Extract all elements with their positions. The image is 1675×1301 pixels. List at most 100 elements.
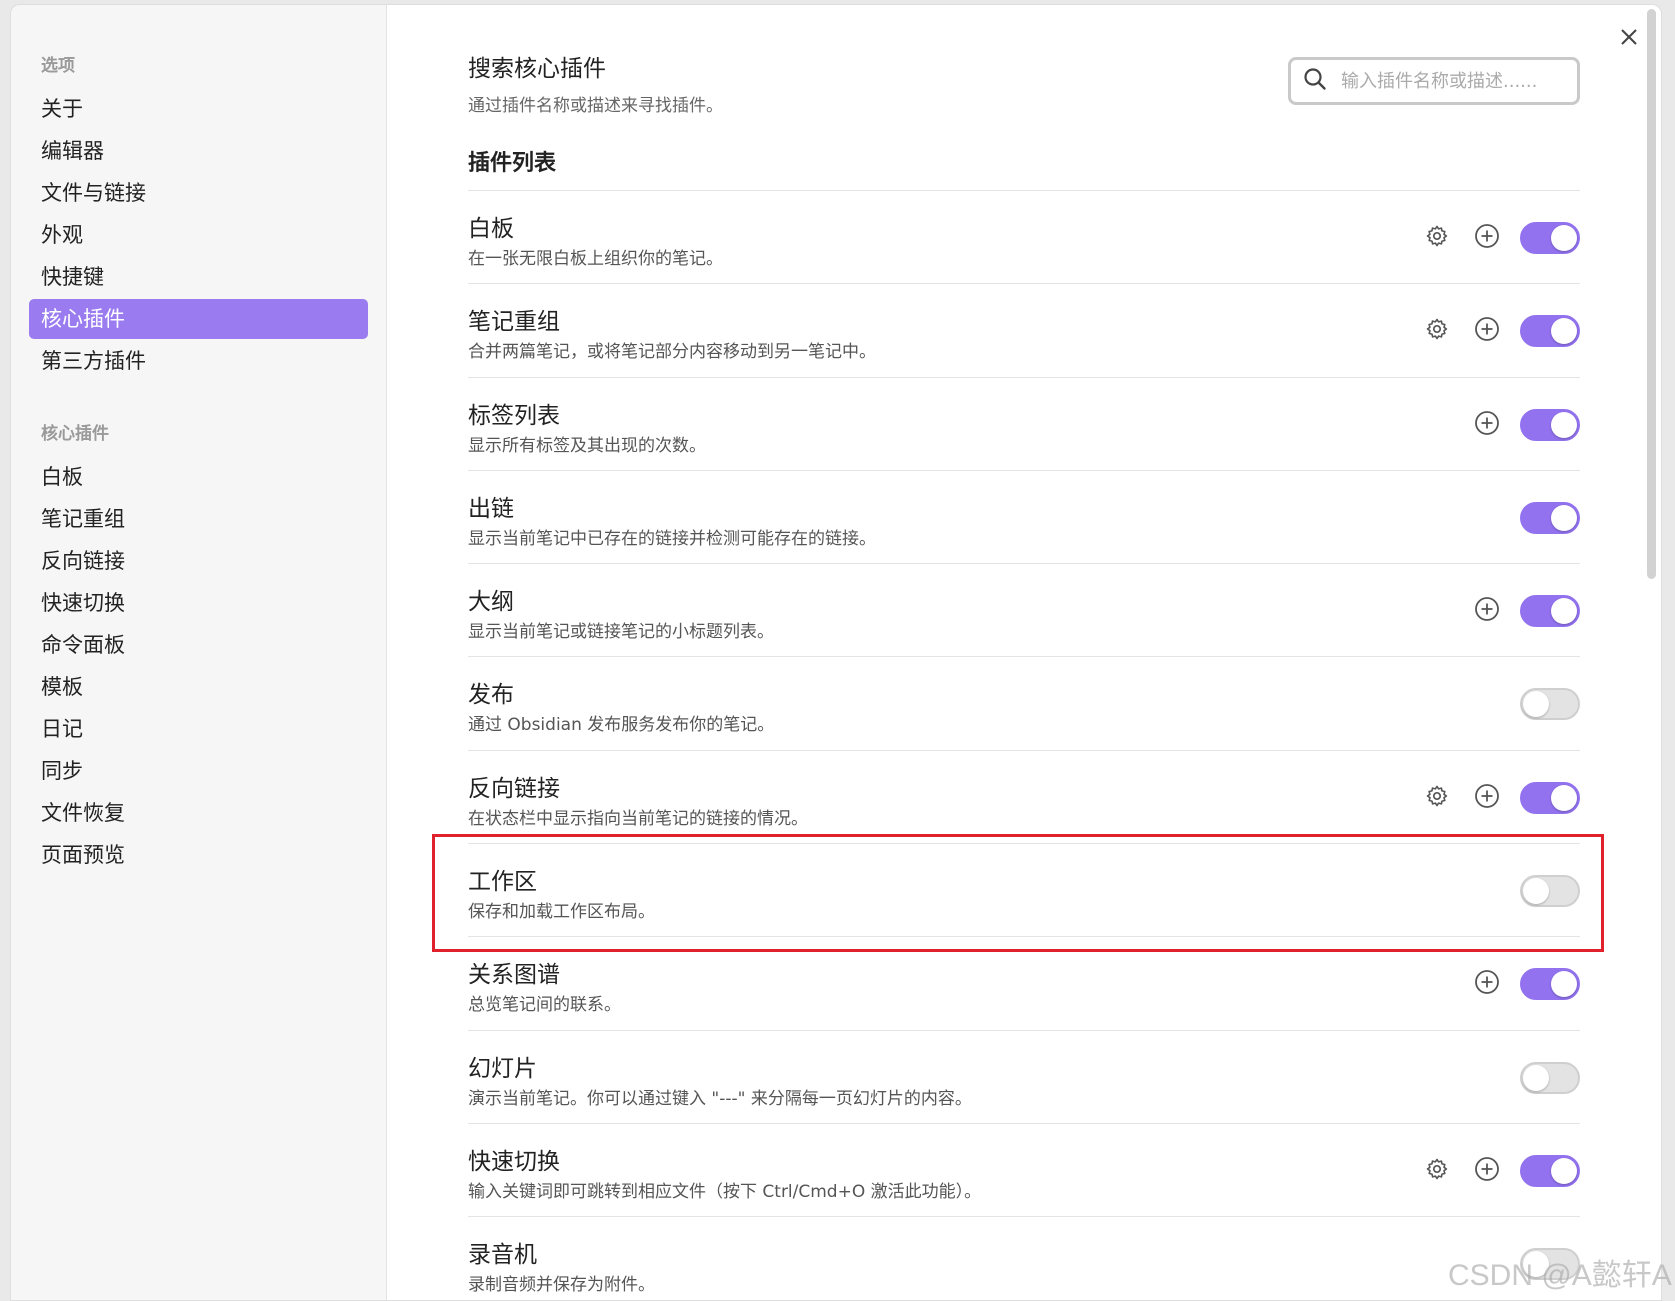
plugin-toggle[interactable] — [1520, 688, 1580, 721]
plugin-description: 通过 Obsidian 发布服务发布你的笔记。 — [468, 715, 775, 736]
plugin-description: 显示当前笔记中已存在的链接并检测可能存在的链接。 — [468, 528, 876, 549]
sidebar-core-plugin-item[interactable]: 笔记重组 — [29, 499, 368, 539]
plugin-name: 出链 — [468, 495, 514, 522]
scrollbar-thumb[interactable] — [1647, 9, 1656, 579]
plugin-controls — [1520, 501, 1580, 535]
sidebar-heading-core-plugins: 核心插件 — [41, 424, 109, 444]
settings-content: 搜索核心插件 通过插件名称或描述来寻找插件。 插件列表 白板在一张无限白板上组织… — [468, 5, 1580, 1300]
plugin-toggle[interactable] — [1520, 875, 1580, 908]
plugin-row: 大纲 显示当前笔记或链接笔记的小标题列表。 — [468, 564, 1580, 658]
plugin-settings-button[interactable] — [1420, 1154, 1454, 1188]
plugin-row: 标签列表显示所有标签及其出现的次数。 — [468, 378, 1580, 471]
plugin-list-title: 插件列表 — [468, 151, 557, 176]
plugin-name: 工作区 — [468, 869, 537, 896]
sidebar-core-plugin-item[interactable]: 反向链接 — [29, 541, 368, 581]
settings-sidebar: 选项 关于 编辑器 文件与链接 外观 快捷键 核心插件 第三方插件 核心插件 白板 笔记重组反… — [11, 5, 387, 1300]
plugin-name: 标签列表 — [468, 402, 560, 429]
plugin-row: 白板在一张无限白板上组织你的笔记。 — [468, 191, 1580, 285]
plugin-description: 在一张无限白板上组织你的笔记。 — [468, 249, 723, 269]
plugin-description: 显示所有标签及其出现的次数。 — [468, 435, 706, 456]
close-button[interactable] — [1615, 23, 1643, 51]
sidebar-core-plugin-item[interactable]: 命令面板 — [29, 625, 368, 665]
search-input[interactable] — [1341, 70, 1561, 92]
plugin-name: 录音机 — [468, 1242, 537, 1269]
toggle-knob — [1551, 598, 1577, 625]
plus-circle-icon — [1474, 596, 1500, 626]
scrollbar[interactable] — [1645, 5, 1659, 1300]
plugin-description: 合并两篇笔记，或将笔记部分内容移动到另一笔记中。 — [468, 342, 876, 363]
plugin-description: 输入关键词即可跳转到相应文件（按下 Ctrl/Cmd+O 激活此功能）。 — [468, 1181, 982, 1202]
sidebar-option-item[interactable]: 文件与链接 — [29, 173, 368, 213]
plugin-row: 笔记重组 合并两篇笔记，或将笔记部分内容移动到另一笔记中。 — [468, 284, 1580, 378]
toggle-knob — [1551, 318, 1577, 345]
plugin-hotkey-button[interactable] — [1470, 781, 1504, 815]
plus-circle-icon — [1474, 783, 1500, 813]
close-icon — [1621, 29, 1637, 45]
plugin-row: 快速切换输入关键词即可跳转到相应文件（按下 Ctrl/Cmd+O 激活此功能）。 — [468, 1124, 1580, 1218]
plugin-row: 工作区保存和加载工作区布局。 — [468, 844, 1580, 938]
toggle-knob — [1523, 691, 1549, 718]
search-box[interactable] — [1288, 57, 1580, 105]
sidebar-options-list: 关于 编辑器 文件与链接 外观 快捷键 核心插件 第三方插件 — [29, 89, 368, 381]
sidebar-option-item[interactable]: 快捷键 — [29, 257, 368, 297]
sidebar-option-item[interactable]: 关于 — [29, 89, 368, 129]
sidebar-core-plugins-list: 白板 笔记重组 反向链接 快速切换 命令面板 模板 日记 同步 文件恢复 页面预览 — [29, 457, 368, 875]
toggle-knob — [1523, 878, 1549, 905]
plugin-row: 发布 通过 Obsidian 发布服务发布你的笔记。 — [468, 657, 1580, 751]
plugin-hotkey-button[interactable] — [1470, 408, 1504, 442]
plugin-name: 大纲 — [468, 589, 514, 616]
toggle-knob — [1551, 784, 1577, 811]
sidebar-core-plugin-item[interactable]: 同步 — [29, 751, 368, 791]
search-title: 搜索核心插件 — [468, 56, 606, 82]
watermark: CSDN @A懿轩A — [1448, 1259, 1672, 1292]
sidebar-core-plugin-item[interactable]: 快速切换 — [29, 583, 368, 623]
sidebar-option-item[interactable]: 外观 — [29, 215, 368, 255]
plugin-settings-button[interactable] — [1420, 314, 1454, 348]
plugin-row: 反向链接 在状态栏中显示指向当前笔记的链接的情况。 — [468, 751, 1580, 845]
plugin-hotkey-button[interactable] — [1470, 221, 1504, 255]
plugin-description: 录制音频并保存为附件。 — [468, 1275, 655, 1296]
plugin-hotkey-button[interactable] — [1470, 1154, 1504, 1188]
plugin-settings-button[interactable] — [1420, 781, 1454, 815]
plugin-controls — [1470, 594, 1580, 628]
sidebar-core-plugin-item[interactable]: 页面预览 — [29, 835, 368, 875]
sidebar-option-item[interactable]: 第三方插件 — [29, 341, 368, 381]
plugin-hotkey-button[interactable] — [1470, 314, 1504, 348]
plugin-settings-button[interactable] — [1420, 221, 1454, 255]
search-icon — [1303, 67, 1327, 95]
sidebar-core-plugin-item[interactable]: 白板 — [29, 457, 368, 497]
plus-circle-icon — [1474, 1156, 1500, 1186]
plugin-controls — [1470, 408, 1580, 442]
sidebar-core-plugin-item[interactable]: 日记 — [29, 709, 368, 749]
plugin-controls — [1470, 967, 1580, 1001]
plugin-toggle[interactable] — [1520, 222, 1580, 254]
sidebar-option-item[interactable]: 编辑器 — [29, 131, 368, 171]
plugin-name: 快速切换 — [468, 1148, 560, 1175]
plugin-name: 白板 — [468, 216, 514, 242]
plugin-toggle[interactable] — [1520, 1154, 1580, 1187]
plugin-toggle[interactable] — [1520, 968, 1580, 1001]
plugin-controls — [1520, 874, 1580, 908]
search-section: 搜索核心插件 通过插件名称或描述来寻找插件。 — [468, 49, 723, 116]
plugin-hotkey-button[interactable] — [1470, 967, 1504, 1001]
plugin-toggle[interactable] — [1520, 781, 1580, 814]
plugin-controls — [1420, 314, 1580, 348]
plugin-toggle[interactable] — [1520, 501, 1580, 534]
sidebar-option-item[interactable]: 核心插件 — [29, 299, 368, 339]
sidebar-core-plugin-item[interactable]: 模板 — [29, 667, 368, 707]
plugin-description: 保存和加载工作区布局。 — [468, 902, 655, 923]
plugin-controls — [1420, 781, 1580, 815]
gear-icon — [1425, 224, 1449, 252]
plugin-hotkey-button[interactable] — [1470, 594, 1504, 628]
plugin-name: 幻灯片 — [468, 1055, 537, 1082]
plugin-row: 录音机录制音频并保存为附件。 — [468, 1217, 1580, 1300]
plugin-toggle[interactable] — [1520, 315, 1580, 348]
plugin-toggle[interactable] — [1520, 408, 1580, 441]
gear-icon — [1425, 317, 1449, 345]
plugin-controls — [1420, 1154, 1580, 1188]
plugin-toggle[interactable] — [1520, 1061, 1580, 1094]
toggle-knob — [1551, 225, 1577, 251]
sidebar-heading-options: 选项 — [41, 56, 75, 76]
sidebar-core-plugin-item[interactable]: 文件恢复 — [29, 793, 368, 833]
plugin-toggle[interactable] — [1520, 595, 1580, 628]
